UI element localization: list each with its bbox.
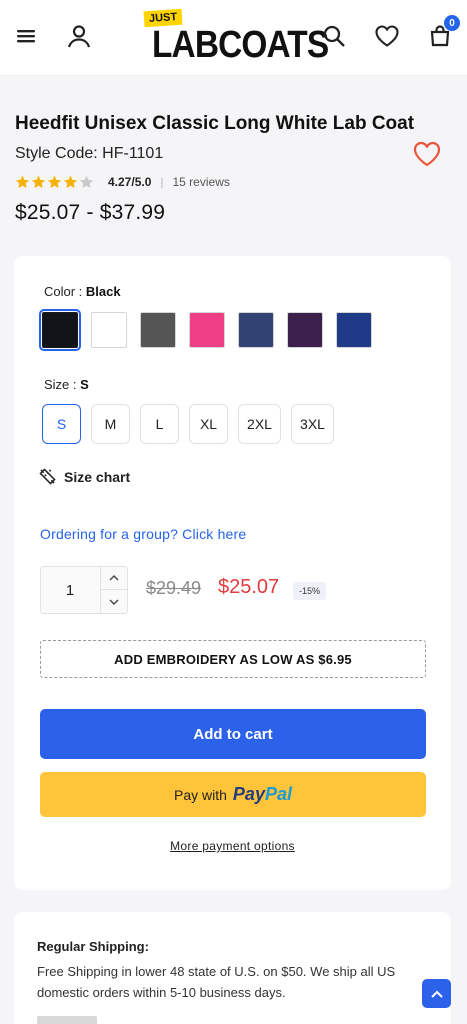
star-icon [63,175,78,189]
color-swatch-gray[interactable] [140,312,176,348]
paypal-pay-with-label: Pay with [174,786,227,803]
paypal-button[interactable]: Pay with PayPal [40,772,426,817]
size-option-s[interactable]: S [42,404,81,444]
color-swatch-purple[interactable] [287,312,323,348]
size-chart-link[interactable]: Size chart [39,468,130,485]
shipping-text: Free Shipping in lower 48 state of U.S. … [37,964,396,1000]
cart-icon[interactable]: 0 [426,15,460,50]
size-option-l[interactable]: L [140,404,179,444]
rating-score: 4.27/5.0 [108,175,152,189]
more-payment-options-link[interactable]: More payment options [14,839,451,853]
discount-badge: -15% [293,582,327,600]
add-to-cart-button[interactable]: Add to cart [40,709,426,759]
paypal-logo-pal: Pal [264,784,292,804]
add-to-wishlist-icon[interactable] [412,140,442,168]
quantity-input[interactable]: 1 [41,567,99,613]
color-selected-value: Black [85,284,121,299]
quantity-increase-button[interactable] [101,567,127,590]
size-chart-label: Size chart [64,468,131,485]
chevron-down-icon [109,599,119,605]
star-icon [31,175,46,189]
quantity-decrease-button[interactable] [101,590,127,613]
color-swatch-white[interactable] [91,312,127,348]
group-order-link[interactable]: Ordering for a group? Click here [40,526,246,542]
add-embroidery-button[interactable]: ADD EMBROIDERY AS LOW AS $6.95 [40,640,426,678]
logo-text: LABCOATS [152,24,329,66]
size-option-3xl[interactable]: 3XL [291,404,334,444]
site-logo[interactable]: JUST LABCOATS [143,8,329,70]
ruler-icon [39,468,56,485]
review-count[interactable]: 15 reviews [173,175,230,189]
scroll-to-top-button[interactable] [422,979,451,1008]
quantity-stepper: 1 [40,566,128,614]
size-label: Size : S [44,377,89,392]
color-label-text: Color : [44,284,86,299]
color-label: Color : Black [44,284,121,299]
shipping-info-card: Regular Shipping: Free Shipping in lower… [14,912,451,1024]
star-icon [47,175,62,189]
size-option-m[interactable]: M [91,404,130,444]
paypal-logo: PayPal [233,784,292,805]
star-rating [15,175,94,189]
cart-count-badge: 0 [444,15,460,31]
color-swatch-black[interactable] [39,309,81,351]
price-range: $25.07 - $37.99 [15,201,166,224]
site-header: JUST LABCOATS 0 [0,0,467,76]
color-swatch-navy[interactable] [238,312,274,348]
star-icon [15,175,30,189]
original-price: $29.49 [146,578,202,598]
chevron-up-icon [109,575,119,581]
color-swatch-royal-blue[interactable] [336,312,372,348]
menu-icon[interactable] [12,22,40,50]
rating-row: 4.27/5.0 | 15 reviews [15,174,230,190]
color-swatch-pink[interactable] [189,312,225,348]
size-label-text: Size : [44,377,81,392]
sale-price: $25.07 [218,576,280,598]
size-option-2xl[interactable]: 2XL [238,404,281,444]
shipping-title: Regular Shipping: [37,939,149,954]
wishlist-icon[interactable] [373,22,401,50]
size-selected-value: S [80,377,89,392]
paypal-logo-pay: Pay [232,784,265,804]
chevron-up-icon [430,990,443,998]
star-empty-icon [79,175,94,189]
style-code: Style Code: HF-1101 [15,145,164,162]
account-icon[interactable] [65,22,93,50]
size-option-xl[interactable]: XL [189,404,228,444]
purchase-card: Color : Black Size : S S M L XL 2XL 3XL … [14,256,451,890]
shipping-next-heading-partial [37,1016,97,1024]
search-icon[interactable] [320,22,348,50]
product-title: Heedfit Unisex Classic Long White Lab Co… [15,113,415,134]
rating-separator: | [160,175,164,189]
